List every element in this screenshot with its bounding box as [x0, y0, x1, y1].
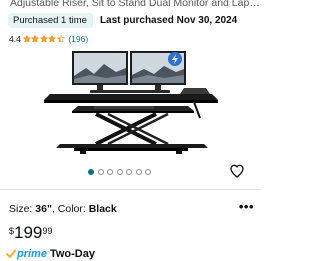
star-icon: [22, 35, 31, 43]
rating-value: 4.4: [9, 34, 21, 44]
star-icon: [48, 35, 57, 43]
prime-logo: prime: [17, 247, 47, 260]
rating-count-link[interactable]: (196): [68, 34, 88, 44]
price-whole: 199: [14, 223, 43, 242]
price-fraction: 99: [42, 226, 53, 236]
delivery-speed: Two-Day: [49, 247, 95, 260]
price: $ 199 99: [9, 224, 52, 246]
heart-icon[interactable]: [229, 163, 245, 179]
left-monitor: [72, 51, 128, 91]
purchased-badge: Purchased 1 time: [8, 13, 93, 28]
product-page: Adjustable Riser, Sit to Stand Dual Moni…: [0, 0, 261, 261]
carousel-dot[interactable]: [135, 169, 142, 175]
image-carousel-dots[interactable]: [88, 168, 155, 176]
carousel-dot[interactable]: [145, 169, 151, 175]
more-options-icon[interactable]: •••: [239, 199, 254, 214]
carousel-dot[interactable]: [97, 169, 104, 175]
star-icon: [31, 35, 40, 43]
section-divider: [0, 189, 261, 190]
carousel-dot[interactable]: [88, 169, 94, 175]
color-value: Black: [88, 202, 117, 215]
product-title[interactable]: Adjustable Riser, Sit to Stand Dual Moni…: [10, 0, 260, 10]
purchase-history: Purchased 1 time Last purchased Nov 30, …: [8, 13, 237, 28]
prime-check-icon: [6, 249, 16, 258]
color-label: , Color:: [51, 202, 89, 215]
carousel-dot[interactable]: [107, 169, 113, 175]
size-label: Size:: [9, 202, 36, 215]
carousel-dot[interactable]: [116, 169, 123, 175]
carousel-dot[interactable]: [126, 169, 132, 175]
variant-selector[interactable]: Size: 36" , Color: Black •••: [9, 199, 254, 216]
rating-summary[interactable]: 4.4 (196): [9, 33, 88, 45]
star-icon: [39, 35, 48, 43]
star-icon: [56, 35, 65, 43]
last-purchased-date: Last purchased Nov 30, 2024: [99, 15, 238, 26]
product-image[interactable]: [34, 48, 230, 164]
star-rating: [22, 34, 66, 44]
prime-delivery: prime Two-Day: [6, 246, 95, 261]
size-value: 36": [35, 202, 52, 215]
